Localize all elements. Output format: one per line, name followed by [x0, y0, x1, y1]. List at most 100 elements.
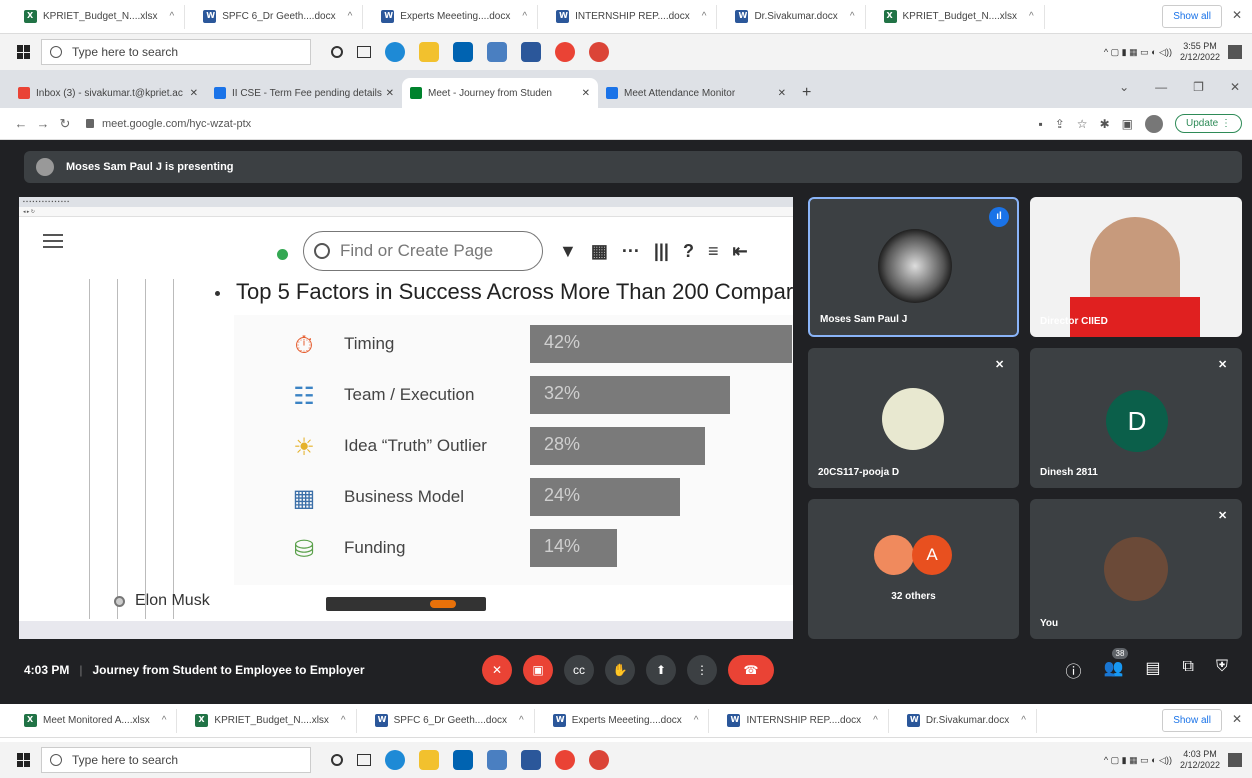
maximize-button[interactable]: ❐ [1193, 80, 1204, 94]
show-all-button[interactable]: Show all [1162, 5, 1222, 28]
download-item[interactable]: KPRIET_Budget_N....xlsx ^ [18, 4, 186, 29]
chevron-up-icon[interactable]: ^ [170, 11, 175, 22]
tab-close-icon[interactable]: ✕ [582, 88, 590, 99]
mail-icon[interactable] [487, 750, 507, 770]
chevron-up-icon[interactable]: ^ [519, 715, 524, 726]
reload-button[interactable]: ↻ [54, 116, 76, 132]
tray-icons[interactable]: ^ ▢ ▮ ▦ ▭ ◐ ◁)) [1104, 755, 1172, 766]
download-item[interactable]: INTERNSHIP REP....docx ^ [721, 708, 889, 733]
participant-tile-you[interactable]: ✕ You [1030, 499, 1242, 639]
file-explorer-icon[interactable] [419, 750, 439, 770]
task-view-icon[interactable] [357, 46, 371, 58]
close-downloads-icon[interactable]: ✕ [1232, 712, 1242, 726]
participant-tile-moses[interactable]: ıl Moses Sam Paul J [808, 197, 1019, 337]
more-options-button[interactable]: ⋮ [687, 655, 717, 685]
chevron-up-icon[interactable]: ^ [850, 11, 855, 22]
chevron-up-icon[interactable]: ^ [162, 715, 167, 726]
store-icon[interactable] [453, 750, 473, 770]
tab-close-icon[interactable]: ✕ [190, 88, 198, 99]
meeting-details-icon[interactable]: ⓘ [1065, 658, 1081, 682]
task-view-icon[interactable] [357, 754, 371, 766]
chevron-up-icon[interactable]: ^ [341, 715, 346, 726]
chevron-up-icon[interactable]: ^ [348, 11, 353, 22]
download-item[interactable]: KPRIET_Budget_N....xlsx ^ [878, 4, 1045, 29]
tab-search-icon[interactable]: ⌄ [1119, 80, 1129, 94]
chrome-profile-icon[interactable] [589, 42, 609, 62]
share-icon[interactable]: ⇪ [1055, 117, 1065, 131]
chevron-up-icon[interactable]: ^ [1021, 715, 1026, 726]
tab-close-icon[interactable]: ✕ [778, 88, 786, 99]
clock[interactable]: 3:55 PM 2/12/2022 [1180, 41, 1220, 63]
extensions-icon[interactable]: ✱ [1100, 117, 1110, 131]
camera-indicator-icon[interactable]: ▪ [1038, 117, 1042, 131]
show-all-button[interactable]: Show all [1162, 709, 1222, 732]
download-item[interactable]: Experts Meeeting....docx ^ [375, 4, 539, 29]
factor-label: Idea “Truth” Outlier [344, 436, 487, 455]
chevron-up-icon[interactable]: ^ [702, 11, 707, 22]
participant-tile-director[interactable]: Director CIIED [1030, 197, 1242, 337]
browser-tab[interactable]: II CSE - Term Fee pending details ✕ [206, 78, 402, 108]
profile-avatar[interactable] [1144, 114, 1163, 133]
browser-tab[interactable]: Inbox (3) - sivakumar.t@kpriet.ac ✕ [10, 78, 206, 108]
forward-button[interactable]: → [32, 116, 54, 131]
download-item[interactable]: SPFC 6_Dr Geeth....docx ^ [369, 708, 535, 733]
windows-start-icon[interactable] [17, 45, 31, 59]
participant-tile-pooja[interactable]: ✕ 20CS117-pooja D [808, 348, 1019, 488]
minimize-button[interactable]: — [1155, 80, 1167, 94]
tray-icons[interactable]: ^ ▢ ▮ ▦ ▭ ◐ ◁)) [1104, 47, 1172, 58]
leave-call-button[interactable]: ☎ [728, 655, 774, 685]
host-controls-icon[interactable]: ⛨ [1216, 658, 1228, 682]
windows-start-icon[interactable] [17, 753, 31, 767]
captions-button[interactable]: cc [564, 655, 594, 685]
download-item[interactable]: Dr.Sivakumar.docx ^ [901, 708, 1037, 733]
raise-hand-button[interactable]: ✋ [605, 655, 635, 685]
participant-tile-others[interactable]: A 32 others [808, 499, 1019, 639]
file-explorer-icon[interactable] [419, 42, 439, 62]
edge-icon[interactable] [385, 42, 405, 62]
chrome-icon[interactable] [555, 750, 575, 770]
update-button[interactable]: Update ⋮ [1174, 114, 1242, 133]
download-item[interactable]: INTERNSHIP REP....docx ^ [550, 4, 718, 29]
mail-icon[interactable] [487, 42, 507, 62]
cortana-icon[interactable] [331, 754, 343, 766]
download-item[interactable]: Experts Meeeting....docx ^ [547, 708, 710, 733]
sidebar-icon[interactable]: ▣ [1122, 117, 1133, 131]
taskbar-search-input[interactable]: Type here to search [41, 747, 311, 773]
back-button[interactable]: ← [10, 116, 32, 131]
word-icon[interactable] [521, 42, 541, 62]
shared-screen[interactable]: ▪ ▪ ▪ ▪ ▪ ▪ ▪ ▪ ▪ ▪ ▪ ▪ ▪ ▪ ▪ ◂ ▸ ↻ Find… [19, 197, 793, 639]
chevron-up-icon[interactable]: ^ [1029, 11, 1034, 22]
mic-toggle-button[interactable]: ✕ [482, 655, 512, 685]
browser-tab[interactable]: Meet Attendance Monitor ✕ [598, 78, 794, 108]
tab-close-icon[interactable]: ✕ [386, 88, 394, 99]
activities-icon[interactable]: ⧉ [1183, 658, 1194, 682]
new-tab-button[interactable]: + [802, 78, 811, 108]
edge-icon[interactable] [385, 750, 405, 770]
chevron-up-icon[interactable]: ^ [694, 715, 699, 726]
cortana-icon[interactable] [331, 46, 343, 58]
taskbar-search-input[interactable]: Type here to search [41, 39, 311, 65]
present-button[interactable]: ⬆ [646, 655, 676, 685]
word-icon[interactable] [521, 750, 541, 770]
notification-icon[interactable] [1228, 753, 1242, 767]
download-item[interactable]: Meet Monitored A....xlsx ^ [18, 708, 178, 733]
close-downloads-icon[interactable]: ✕ [1232, 8, 1242, 22]
chevron-up-icon[interactable]: ^ [522, 11, 527, 22]
people-button[interactable]: 👥 38 [1104, 648, 1129, 682]
participant-tile-dinesh[interactable]: ✕ D Dinesh 2811 [1030, 348, 1242, 488]
clock[interactable]: 4:03 PM 2/12/2022 [1180, 749, 1220, 771]
chrome-profile-icon[interactable] [589, 750, 609, 770]
bookmark-star-icon[interactable]: ☆ [1077, 117, 1088, 131]
close-window-button[interactable]: ✕ [1230, 80, 1240, 94]
notification-icon[interactable] [1228, 45, 1242, 59]
camera-toggle-button[interactable]: ▣ [523, 655, 553, 685]
browser-tab[interactable]: Meet - Journey from Studen ✕ [402, 78, 598, 108]
chat-icon[interactable]: ▤ [1145, 658, 1160, 682]
store-icon[interactable] [453, 42, 473, 62]
download-item[interactable]: Dr.Sivakumar.docx ^ [729, 4, 866, 29]
url-field[interactable]: meet.google.com/hyc-wzat-ptx [86, 118, 251, 130]
chrome-icon[interactable] [555, 42, 575, 62]
download-item[interactable]: SPFC 6_Dr Geeth....docx ^ [197, 4, 364, 29]
download-item[interactable]: KPRIET_Budget_N....xlsx ^ [189, 708, 357, 733]
chevron-up-icon[interactable]: ^ [873, 715, 878, 726]
